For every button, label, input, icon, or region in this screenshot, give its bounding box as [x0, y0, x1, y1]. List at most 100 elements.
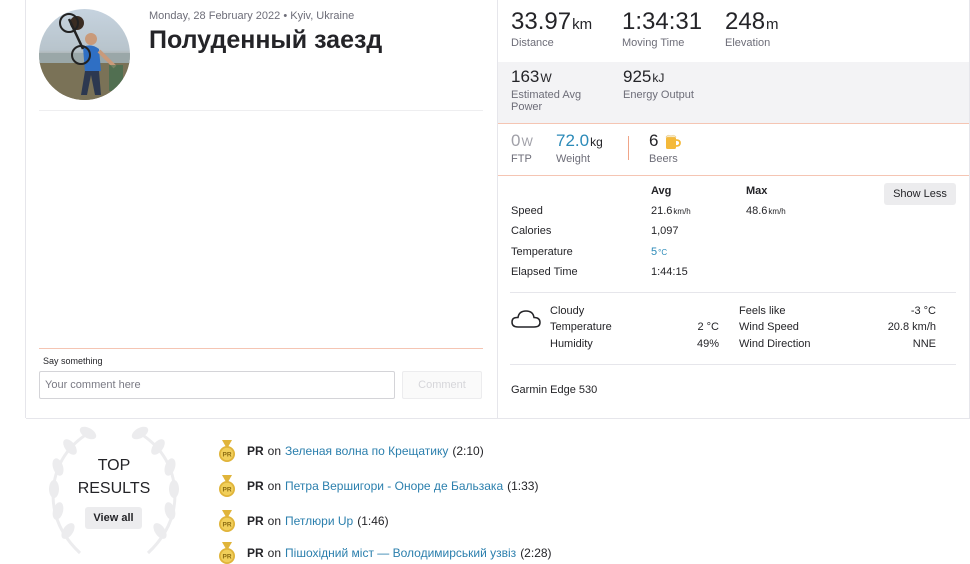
activity-meta: Monday, 28 February 2022 • Kyiv, Ukraine [149, 10, 355, 22]
top-results-heading: TOP RESULTS [72, 454, 156, 500]
pr-on: on [267, 444, 282, 458]
feels-like-value: -3 °C [910, 305, 936, 317]
calories-avg: 1,097 [651, 225, 679, 237]
stat-elevation: 248m Elevation [725, 8, 779, 49]
pr-row: PR PR on Пішохідний міст — Володимирськи… [218, 542, 552, 564]
divider [510, 292, 956, 293]
left-rail [0, 0, 26, 418]
power-label-line1: Estimated Avg [511, 89, 582, 101]
temperature-avg-value: 5 [651, 246, 658, 258]
weather-temperature-label: Temperature [550, 321, 612, 333]
avatar-photo [39, 13, 130, 100]
top-results-line2: RESULTS [77, 480, 151, 497]
wind-direction-value: NNE [912, 338, 936, 350]
power-value: 163 [511, 67, 540, 86]
segment-time: (2:28) [520, 546, 552, 560]
divider [628, 136, 629, 160]
pr-medal-icon: PR [219, 440, 235, 462]
show-less-button[interactable]: Show Less [884, 183, 956, 205]
wind-direction-label: Wind Direction [739, 338, 811, 350]
moving-time-label: Moving Time [622, 37, 685, 49]
stat-weight[interactable]: 72.0kg Weight [556, 131, 603, 165]
moving-time-value: 1:34:31 [622, 8, 703, 35]
pr-badge: PR [247, 444, 264, 458]
pr-badge: PR [247, 479, 264, 493]
pr-medal-icon: PR [219, 510, 235, 532]
stat-ftp[interactable]: 0W FTP [511, 131, 533, 165]
svg-text:PR: PR [222, 554, 231, 561]
speed-label: Speed [511, 205, 543, 217]
pr-medal-icon: PR [219, 475, 235, 497]
speed-avg: 21.6km/h [651, 205, 691, 217]
stat-power: 163W Estimated Avg Power [511, 67, 581, 113]
device-name: Garmin Edge 530 [511, 384, 598, 396]
svg-text:PR: PR [222, 522, 231, 529]
top-results-line1: TOP [97, 457, 131, 474]
distance-label: Distance [511, 37, 554, 49]
elapsed-time-avg: 1:44:15 [651, 266, 688, 278]
comment-input[interactable] [39, 371, 395, 399]
segment-link[interactable]: Петлюри Up [285, 514, 353, 528]
temperature-avg-unit: °C [658, 248, 668, 257]
energy-unit: kJ [652, 71, 665, 85]
divider [39, 348, 483, 349]
max-column-header: Max [746, 185, 768, 197]
temperature-label: Temperature [511, 246, 573, 258]
beers-value: 6 [649, 131, 659, 150]
energy-label: Energy Output [623, 89, 694, 101]
wind-speed-label: Wind Speed [739, 321, 799, 333]
weather-temperature-value: 2 °C [697, 321, 719, 333]
elevation-label: Elevation [725, 37, 771, 49]
speed-avg-unit: km/h [673, 207, 691, 216]
divider [39, 110, 483, 111]
svg-text:PR: PR [222, 452, 231, 459]
segment-link[interactable]: Пішохідний міст — Володимирський узвіз [285, 546, 516, 560]
weight-value: 72.0 [556, 131, 590, 150]
svg-text:PR: PR [222, 487, 231, 494]
segment-time: (2:10) [452, 444, 484, 458]
divider [498, 175, 969, 176]
athlete-avatar[interactable] [39, 9, 130, 100]
view-all-button[interactable]: View all [85, 507, 142, 529]
pr-on: on [267, 479, 282, 493]
pr-row: PR PR on Петра Вершигори - Оноре де Баль… [218, 475, 538, 497]
energy-value: 925 [623, 67, 652, 86]
comment-label: Say something [43, 356, 103, 366]
pr-row: PR PR on Зеленая волна по Крещатику (2:1… [218, 440, 484, 462]
segment-link[interactable]: Зеленая волна по Крещатику [285, 444, 448, 458]
cloud-icon [511, 310, 541, 328]
stat-beers: 6 Beers [649, 131, 682, 165]
elapsed-time-label: Elapsed Time [511, 266, 578, 278]
elevation-unit: m [766, 16, 779, 33]
beer-mug-icon [665, 134, 682, 149]
weight-label: Weight [556, 153, 591, 165]
activity-title: Полуденный заезд [149, 26, 383, 54]
pr-on: on [267, 514, 282, 528]
pr-badge: PR [247, 546, 264, 560]
power-label-line2: Power [511, 101, 543, 113]
distance-value: 33.97 [511, 8, 572, 35]
segment-time: (1:33) [507, 479, 539, 493]
weight-unit: kg [590, 135, 603, 149]
divider [26, 418, 970, 419]
ftp-value: 0 [511, 131, 521, 150]
comment-button[interactable]: Comment [402, 371, 482, 399]
stat-energy: 925kJ Energy Output [623, 67, 694, 101]
speed-avg-value: 21.6 [651, 205, 673, 217]
divider [498, 123, 969, 124]
wind-speed-value: 20.8 km/h [887, 321, 936, 333]
weather-humidity-value: 49% [696, 338, 719, 350]
pr-badge: PR [247, 514, 264, 528]
divider [510, 364, 956, 365]
feels-like-label: Feels like [739, 305, 786, 317]
speed-max-value: 48.6 [746, 205, 768, 217]
distance-unit: km [572, 16, 593, 33]
power-unit: W [540, 71, 552, 85]
calories-label: Calories [511, 225, 552, 237]
segment-link[interactable]: Петра Вершигори - Оноре де Бальзака [285, 479, 503, 493]
pr-row: PR PR on Петлюри Up (1:46) [218, 510, 389, 532]
weather-humidity-label: Humidity [550, 338, 593, 350]
stat-distance: 33.97km Distance [511, 8, 592, 49]
stat-moving-time: 1:34:31 Moving Time [622, 8, 702, 49]
elevation-value: 248 [725, 8, 766, 35]
